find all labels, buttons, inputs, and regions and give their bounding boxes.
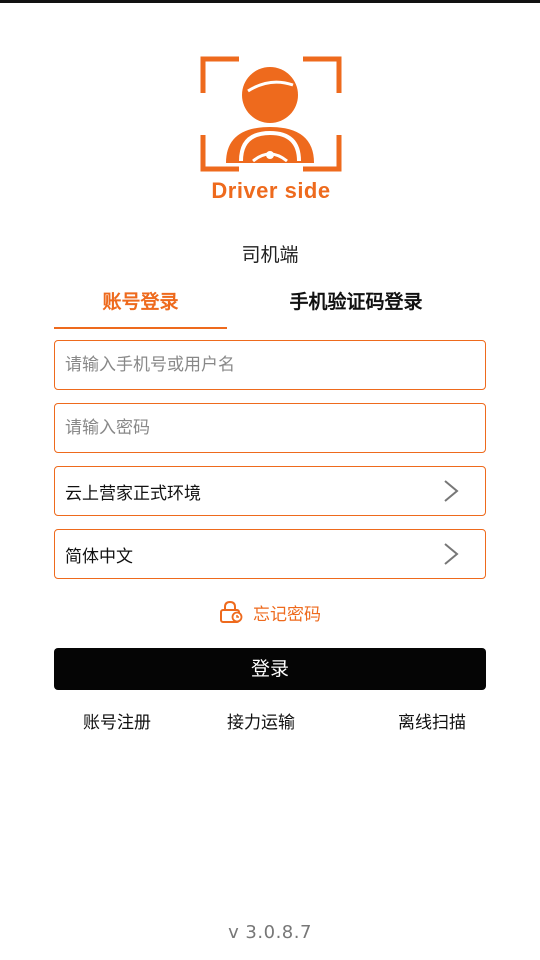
app-subtitle: 司机端 [241,244,299,266]
register-link[interactable]: 账号注册 [83,710,151,736]
active-tab-indicator [54,327,227,329]
tab-account-login[interactable]: 账号登录 [54,287,227,317]
language-select[interactable]: 简体中文 [54,529,486,579]
offline-scan-link[interactable]: 离线扫描 [398,710,466,736]
password-input[interactable] [65,418,475,438]
language-value: 简体中文 [65,546,133,567]
logo-text: Driver side [211,178,331,203]
environment-value: 云上营家正式环境 [65,483,201,504]
username-input[interactable] [65,355,475,375]
username-field[interactable] [54,340,486,390]
tab-sms-login[interactable]: 手机验证码登录 [240,287,472,317]
relay-transport-link[interactable]: 接力运输 [227,710,295,736]
version-label: v 3.0.8.7 [228,922,312,943]
lock-icon [220,601,243,623]
app-logo: Driver side [199,55,343,205]
forgot-password-link[interactable]: 忘记密码 [0,598,540,626]
chevron-right-icon [444,480,459,502]
driver-steering-wheel-icon [200,56,342,172]
password-field[interactable] [54,403,486,453]
environment-select[interactable]: 云上营家正式环境 [54,466,486,516]
chevron-right-icon [444,543,459,565]
status-bar [0,0,540,3]
forgot-password-label: 忘记密码 [253,604,321,625]
login-button[interactable]: 登录 [54,648,486,690]
